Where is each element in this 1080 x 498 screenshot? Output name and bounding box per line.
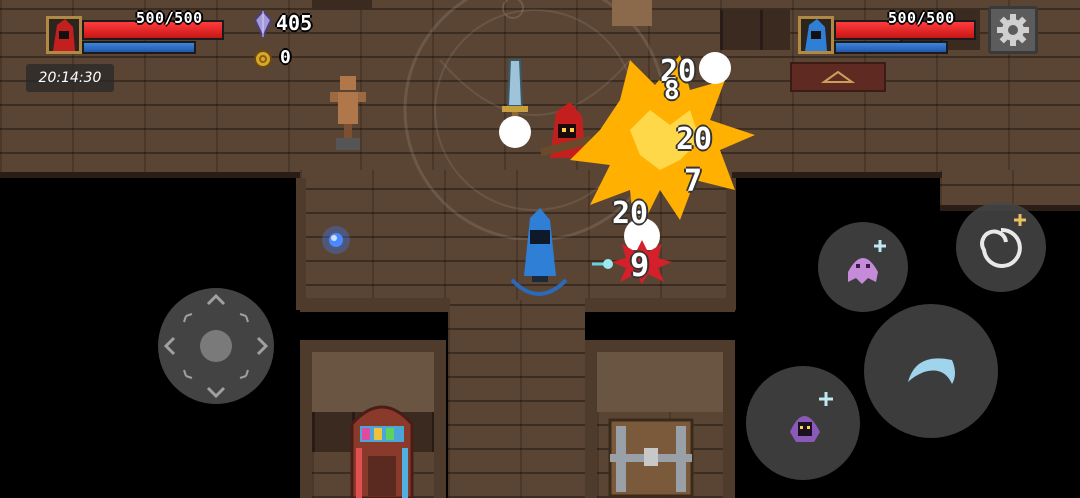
treasure-chest <box>608 418 694 498</box>
damage-number: 20 <box>612 196 649 231</box>
player1-hp-text: 500/500 <box>136 9 203 27</box>
player2-mana-fill <box>836 43 946 52</box>
spiral-vortex-icon <box>980 214 1026 268</box>
damage-number: 20 <box>676 122 713 157</box>
stone-pedestal <box>612 0 652 26</box>
frost-blade-relic <box>499 59 531 148</box>
wall-edge <box>585 298 735 312</box>
player2-portrait <box>798 16 834 54</box>
wave-arc-icon <box>790 392 833 442</box>
blue-mana-orb <box>322 226 350 254</box>
movement-joystick[interactable] <box>158 288 274 404</box>
player1-mana-bar <box>82 41 196 54</box>
blue-wizard-player <box>510 208 568 296</box>
player1-mana-fill <box>84 43 194 52</box>
purple-ghost-icon <box>848 240 886 284</box>
wall-banner <box>790 62 886 92</box>
corridor-floor <box>448 300 585 498</box>
gold-coin-icon <box>254 50 272 68</box>
game-viewport: 20 8 20 7 20 9 500/500 405 0 20:14:30 50… <box>0 0 1080 498</box>
signature-skill-button[interactable] <box>864 304 998 438</box>
wall-edge <box>0 172 300 178</box>
wall-edge <box>300 298 450 312</box>
wall-edge <box>732 172 942 178</box>
dash-skill-button[interactable] <box>746 366 860 480</box>
crescent-slash-icon <box>908 358 955 384</box>
player2-mana-bar <box>834 41 948 54</box>
gear-icon <box>997 14 1029 46</box>
special-skill-button[interactable] <box>956 202 1046 292</box>
arcade-jukebox <box>350 405 414 498</box>
player2-hp-text: 500/500 <box>888 9 955 27</box>
training-dummy <box>330 76 366 150</box>
stone-pedestal <box>312 0 372 10</box>
damage-number: 8 <box>664 76 680 106</box>
joystick-knob[interactable] <box>200 330 232 362</box>
wall-edge <box>296 178 306 310</box>
settings-button[interactable] <box>988 6 1038 54</box>
crystal-gem-icon <box>254 10 272 38</box>
summon-skill-button[interactable] <box>818 222 908 312</box>
player1-portrait <box>46 16 82 54</box>
critical-damage-number: 9 <box>630 246 650 284</box>
gem-count: 405 <box>276 11 313 35</box>
ice-spark-projectile <box>592 259 613 269</box>
session-timer: 20:14:30 <box>26 64 114 92</box>
gold-count: 0 <box>280 47 291 68</box>
right-room-wall <box>597 352 723 412</box>
damage-number: 7 <box>684 164 703 199</box>
